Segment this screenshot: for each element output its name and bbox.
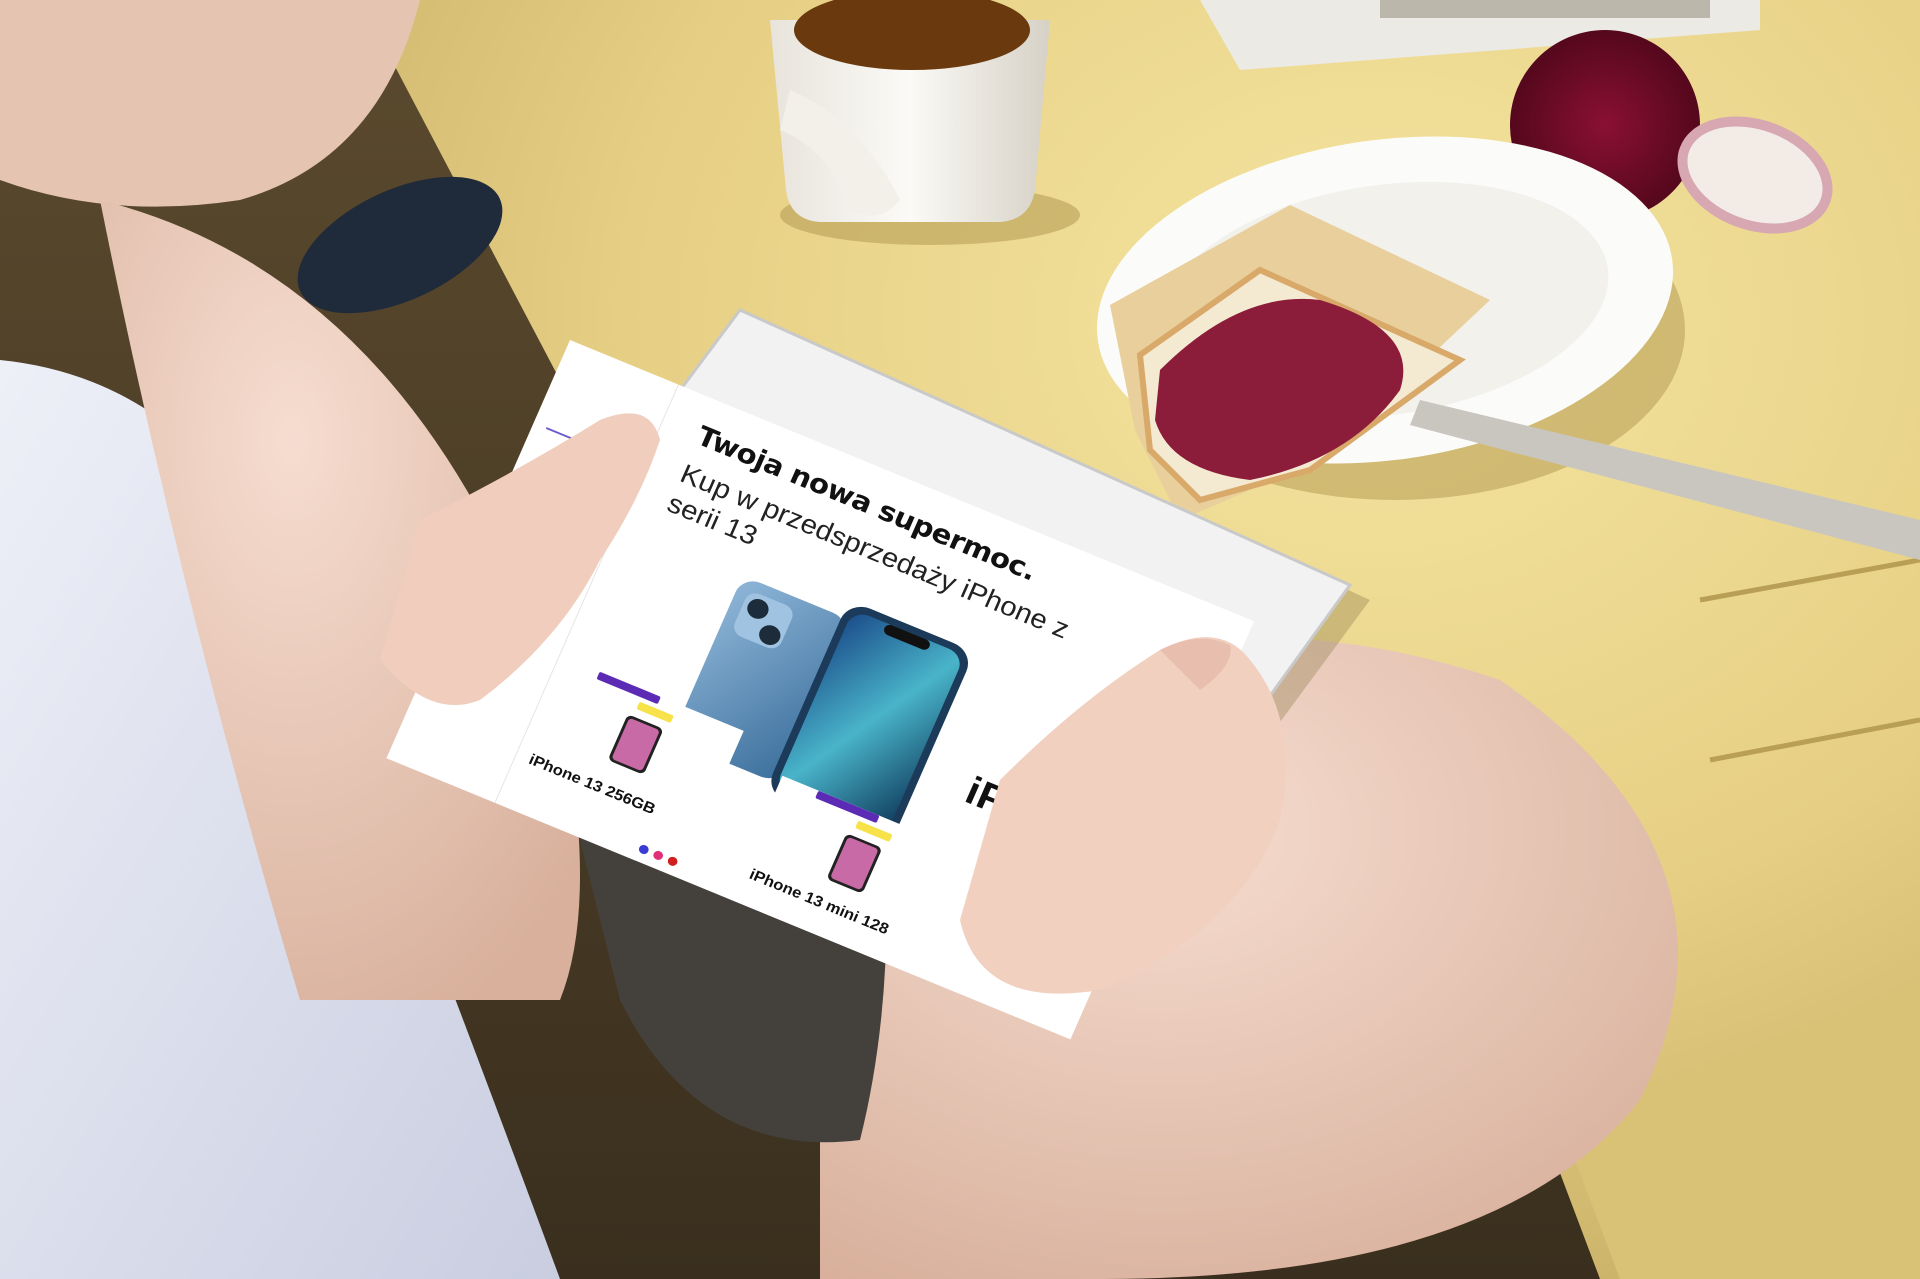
newspaper-strip xyxy=(1380,0,1710,18)
chevron-down-icon[interactable]: ⌄ xyxy=(503,576,519,594)
chevron-down-icon[interactable]: ⌄ xyxy=(544,555,560,573)
promo-badge xyxy=(596,671,661,705)
color-swatch-red[interactable] xyxy=(666,855,679,868)
product-image xyxy=(609,715,663,774)
price-slider-handle[interactable] xyxy=(621,454,636,468)
product-image xyxy=(828,834,881,893)
color-swatch-blue[interactable] xyxy=(637,843,651,856)
color-swatch-pink[interactable] xyxy=(651,849,665,862)
price-max-field[interactable]: 7199 zł xyxy=(563,461,615,495)
apple-iphone-logo: iPho xyxy=(959,768,1063,845)
